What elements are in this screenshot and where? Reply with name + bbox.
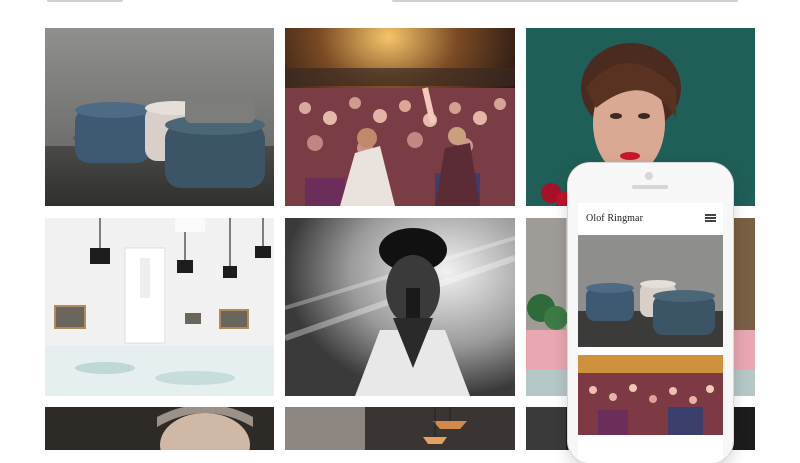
- tile-concert-crowd[interactable]: [285, 28, 515, 206]
- hamburger-menu-icon[interactable]: [705, 214, 716, 222]
- studio-with-poufs-image: [45, 28, 274, 206]
- restaurant-lamps-image: [285, 407, 515, 450]
- tile-gallery-interior[interactable]: [45, 218, 274, 396]
- phone-mockup: Olof Ringmar: [568, 163, 733, 463]
- phone-screen: Olof Ringmar: [578, 203, 723, 463]
- tile-furniture-ottomans[interactable]: [45, 28, 274, 206]
- concert-crowd-image: [578, 355, 723, 435]
- phone-speaker: [632, 185, 668, 189]
- site-title[interactable]: Olof Ringmar: [586, 213, 643, 224]
- phone-site-header: Olof Ringmar: [578, 203, 723, 233]
- phone-image-concert[interactable]: [578, 355, 723, 435]
- concert-crowd-image: [285, 28, 515, 206]
- tile-restaurant-lamps[interactable]: [285, 407, 515, 450]
- phone-image-furniture[interactable]: [578, 235, 723, 347]
- singer-bw-image: [285, 218, 515, 396]
- phone-camera: [645, 172, 653, 180]
- phone-top-bezel: [568, 163, 733, 203]
- tile-singer-bw[interactable]: [285, 218, 515, 396]
- tile-man-portrait[interactable]: [45, 407, 274, 450]
- studio-with-poufs-image: [578, 235, 723, 347]
- gallery-interior-image: [45, 218, 274, 396]
- man-portrait-image: [45, 407, 274, 450]
